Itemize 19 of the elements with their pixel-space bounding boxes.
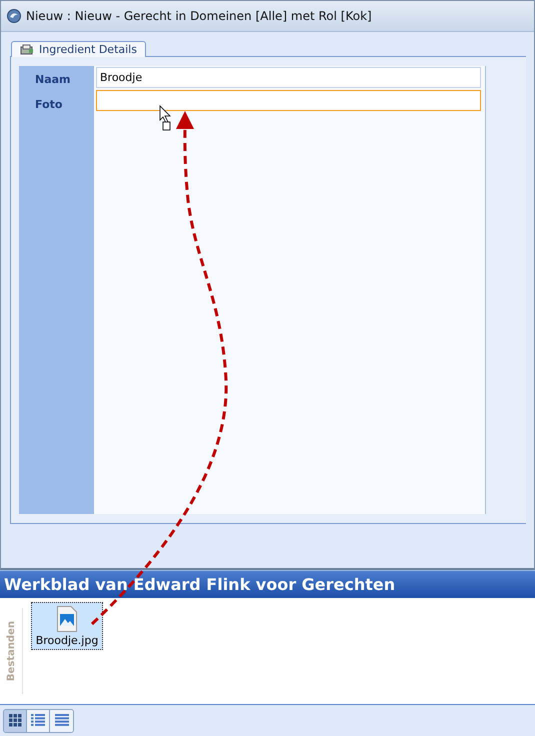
image-file-icon	[57, 606, 77, 632]
file-item[interactable]: Broodje.jpg	[31, 602, 103, 650]
worksheet-title: Werkblad van Edward Flink voor Gerechten	[4, 575, 396, 594]
view-button[interactable]	[50, 710, 73, 732]
list-icon	[31, 714, 45, 727]
text-field[interactable]	[96, 90, 481, 111]
text-field[interactable]: Broodje	[96, 67, 481, 88]
window-title: Nieuw : Nieuw - Gerecht in Domeinen [Alle] met Rol [Kok]	[26, 9, 372, 23]
view-button[interactable]	[27, 710, 50, 732]
field-label: Foto	[35, 98, 62, 111]
view-button[interactable]	[4, 710, 27, 732]
tab[interactable]: Ingredient Details	[11, 41, 146, 57]
field-label: Naam	[35, 73, 71, 86]
lines-icon	[54, 714, 68, 727]
app-icon	[7, 9, 21, 23]
cursor-icon	[160, 105, 171, 130]
side-label: Bestanden	[6, 620, 16, 682]
printer-icon	[20, 44, 34, 56]
grid-icon	[8, 714, 22, 727]
